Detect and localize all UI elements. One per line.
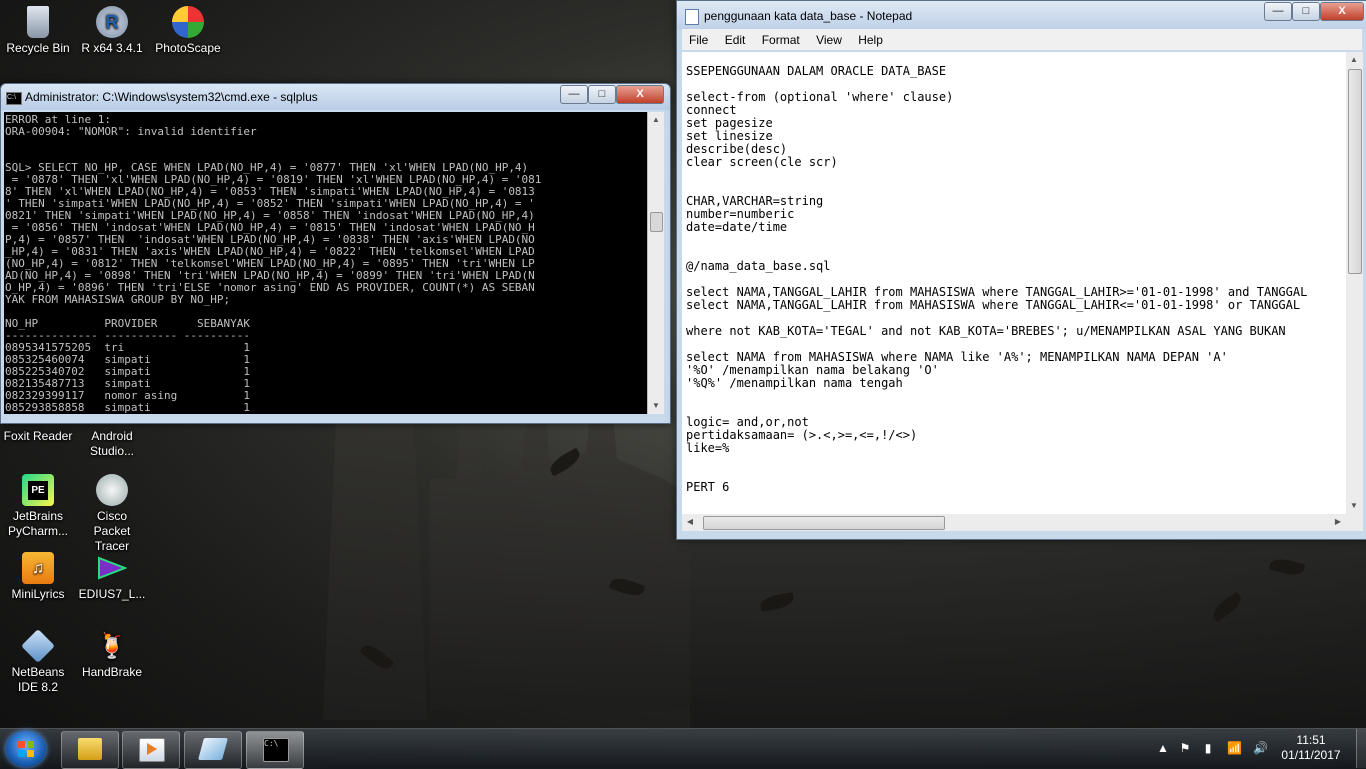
network-icon[interactable]: 📶	[1227, 741, 1242, 755]
desktop-icon-minilyrics[interactable]: ♫ MiniLyrics	[0, 552, 76, 602]
desktop-icon-label: Cisco Packet Tracer	[93, 509, 131, 553]
taskbar-cmd[interactable]: C:\	[246, 731, 304, 769]
console-scrollbar[interactable]: ▲ ▼	[647, 112, 664, 414]
desktop-icon-label: R x64 3.4.1	[81, 41, 143, 55]
cmd-title-bar[interactable]: C:\ Administrator: C:\Windows\system32\c…	[1, 84, 670, 110]
text-editor[interactable]: SSEPENGGUNAAN DALAM ORACLE DATA_BASE sel…	[682, 52, 1346, 514]
packet-tracer-icon	[96, 474, 128, 506]
wallpaper-ground	[690, 540, 1366, 730]
scroll-right-icon[interactable]: ▶	[1330, 514, 1346, 530]
taskbar-explorer[interactable]	[61, 731, 119, 769]
desktop-icon-label: Foxit Reader	[3, 429, 73, 443]
windows-logo-icon	[18, 741, 34, 757]
close-button[interactable]: X	[1320, 2, 1364, 21]
menu-view[interactable]: View	[809, 29, 848, 47]
clock-time: 11:51	[1296, 733, 1326, 747]
desktop-icon-handbrake[interactable]: 🍹 HandBrake	[74, 630, 150, 680]
taskbar-media-player[interactable]	[122, 731, 180, 769]
scroll-up-icon[interactable]: ▲	[648, 112, 664, 128]
desktop-icon-label: JetBrains PyCharm...	[7, 509, 68, 538]
desktop-icon-label: Android Studio...	[89, 429, 135, 458]
scroll-left-icon[interactable]: ◀	[682, 514, 698, 530]
netbeans-icon	[21, 629, 55, 663]
notepad-title: penggunaan kata data_base - Notepad	[704, 9, 913, 23]
desktop-icon-cisco-packet-tracer[interactable]: Cisco Packet Tracer	[74, 474, 150, 554]
console-output[interactable]: ERROR at line 1: ORA-00904: "NOMOR": inv…	[4, 112, 647, 414]
system-clock[interactable]: 11:51 01/11/2017	[1280, 733, 1342, 763]
scroll-up-icon[interactable]: ▲	[1346, 52, 1362, 68]
desktop-icon-label: Recycle Bin	[6, 41, 70, 55]
cmd-title: Administrator: C:\Windows\system32\cmd.e…	[25, 90, 318, 104]
wallpaper-tower	[323, 420, 427, 720]
minimize-button[interactable]: —	[1264, 2, 1292, 21]
notepad-icon	[685, 9, 699, 25]
desktop-icon-foxit-reader[interactable]: Foxit Reader	[0, 429, 76, 444]
maximize-button[interactable]: □	[1292, 2, 1320, 21]
menu-bar: File Edit Format View Help	[682, 29, 1362, 50]
desktop-icon-recycle-bin[interactable]: Recycle Bin	[0, 6, 76, 56]
editor-vertical-scrollbar[interactable]: ▲ ▼	[1346, 52, 1363, 514]
desktop-icon-label: EDIUS7_L...	[78, 587, 146, 601]
cmd-icon: C:\	[263, 738, 289, 762]
desktop-icon-label: HandBrake	[81, 665, 143, 679]
media-player-icon	[139, 738, 165, 762]
scrollbar-thumb[interactable]	[703, 516, 945, 530]
action-center-flag-icon[interactable]: ⚑	[1178, 741, 1192, 755]
recycle-bin-icon	[27, 6, 49, 38]
menu-edit[interactable]: Edit	[718, 29, 752, 47]
desktop-icon-label: NetBeans IDE 8.2	[11, 665, 65, 694]
desktop-icon-pycharm[interactable]: PE JetBrains PyCharm...	[0, 474, 76, 539]
scrollbar-thumb[interactable]	[1348, 69, 1362, 274]
close-button[interactable]: X	[616, 85, 664, 104]
taskbar-notepad[interactable]	[184, 731, 242, 769]
power-icon[interactable]: ▮	[1201, 741, 1215, 755]
menu-format[interactable]: Format	[755, 29, 806, 47]
show-desktop-button[interactable]	[1356, 729, 1366, 768]
resize-grip[interactable]	[1346, 514, 1363, 531]
maximize-button[interactable]: □	[588, 85, 616, 104]
notepad-window[interactable]: penggunaan kata data_base - Notepad — □ …	[676, 0, 1366, 540]
scroll-down-icon[interactable]: ▼	[1346, 498, 1362, 514]
notepad-title-bar[interactable]: penggunaan kata data_base - Notepad — □ …	[677, 1, 1366, 29]
menu-help[interactable]: Help	[851, 29, 889, 47]
handbrake-icon: 🍹	[97, 632, 127, 660]
r-logo-icon: R	[96, 6, 128, 38]
photoscape-icon	[172, 6, 204, 38]
editor-horizontal-scrollbar[interactable]: ◀ ▶	[682, 514, 1346, 531]
scrollbar-thumb[interactable]	[650, 212, 663, 232]
desktop-icon-android-studio[interactable]: Android Studio...	[74, 429, 150, 459]
minilyrics-icon: ♫	[22, 552, 54, 584]
show-hidden-icons-icon[interactable]: ▲	[1156, 741, 1170, 755]
start-button[interactable]	[6, 731, 46, 767]
desktop-icon-label: PhotoScape	[155, 41, 221, 55]
menu-file[interactable]: File	[682, 29, 714, 47]
cmd-window[interactable]: C:\ Administrator: C:\Windows\system32\c…	[0, 83, 671, 424]
desktop-icon-netbeans[interactable]: NetBeans IDE 8.2	[0, 629, 76, 695]
scroll-down-icon[interactable]: ▼	[648, 398, 664, 414]
volume-icon[interactable]: 🔊	[1253, 741, 1268, 755]
wallpaper-castle	[430, 380, 690, 710]
cmd-icon: C:\	[6, 92, 22, 105]
desktop-icon-label: MiniLyrics	[11, 587, 65, 601]
desktop-icon-photoscape[interactable]: PhotoScape	[150, 6, 226, 56]
edius-icon	[96, 552, 128, 584]
pycharm-icon: PE	[22, 474, 54, 506]
folder-icon	[78, 738, 102, 760]
console-text: ERROR at line 1: ORA-00904: "NOMOR": inv…	[5, 113, 542, 414]
desktop-icon-edius[interactable]: EDIUS7_L...	[74, 552, 150, 602]
minimize-button[interactable]: —	[560, 85, 588, 104]
notepad-icon	[198, 738, 228, 760]
editor-text: SSEPENGGUNAAN DALAM ORACLE DATA_BASE sel…	[686, 64, 1308, 494]
desktop-icon-r[interactable]: R R x64 3.4.1	[74, 6, 150, 56]
clock-date: 01/11/2017	[1281, 748, 1341, 762]
